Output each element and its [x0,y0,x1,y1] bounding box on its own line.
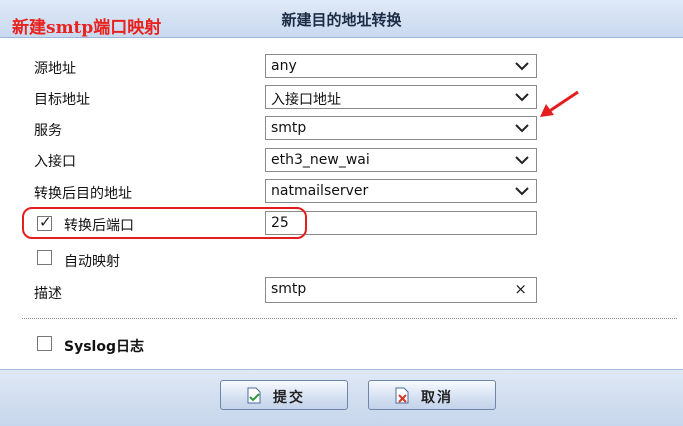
syslog-label: Syslog日志 [64,339,144,355]
source-address-select[interactable]: any [265,54,537,78]
in-interface-select[interactable]: eth3_new_wai [265,148,537,172]
in-interface-value: eth3_new_wai [271,152,370,168]
highlight-box [22,207,307,239]
cancel-icon [395,387,409,404]
source-address-value: any [271,58,297,74]
annotation-arrow-icon [540,90,579,117]
chevron-down-icon [515,62,529,71]
divider [22,318,677,319]
description-label: 描述 [34,286,62,302]
submit-label: 提交 [273,390,305,406]
translated-dest-label: 转换后目的地址 [34,186,132,202]
chevron-down-icon [515,93,529,102]
dest-address-label: 目标地址 [34,92,90,108]
chevron-down-icon [515,124,529,133]
source-address-label: 源地址 [34,61,76,77]
dialog-header: 新建smtp端口映射 新建目的地址转换 [0,0,683,38]
cancel-label: 取消 [421,390,453,406]
submit-icon [247,387,261,404]
translated-dest-select[interactable]: natmailserver [265,179,537,203]
service-select[interactable]: smtp [265,116,537,140]
clear-icon[interactable]: × [514,280,527,298]
auto-map-checkbox[interactable] [37,250,52,265]
submit-button[interactable]: 提交 [220,380,348,410]
in-interface-label: 入接口 [34,154,76,170]
chevron-down-icon [515,187,529,196]
description-input[interactable]: smtp × [265,277,537,303]
service-label: 服务 [34,123,62,139]
translated-dest-value: natmailserver [271,183,369,199]
dialog-footer: 提交 取消 [0,369,683,426]
syslog-checkbox[interactable] [37,336,52,351]
dest-address-value: 入接口地址 [271,92,341,108]
auto-map-label: 自动映射 [64,254,120,270]
cancel-button[interactable]: 取消 [368,380,496,410]
description-value: smtp [271,281,307,297]
service-value: smtp [271,120,307,136]
dest-address-select[interactable]: 入接口地址 [265,85,537,109]
chevron-down-icon [515,156,529,165]
dialog-title: 新建目的地址转换 [281,11,402,29]
